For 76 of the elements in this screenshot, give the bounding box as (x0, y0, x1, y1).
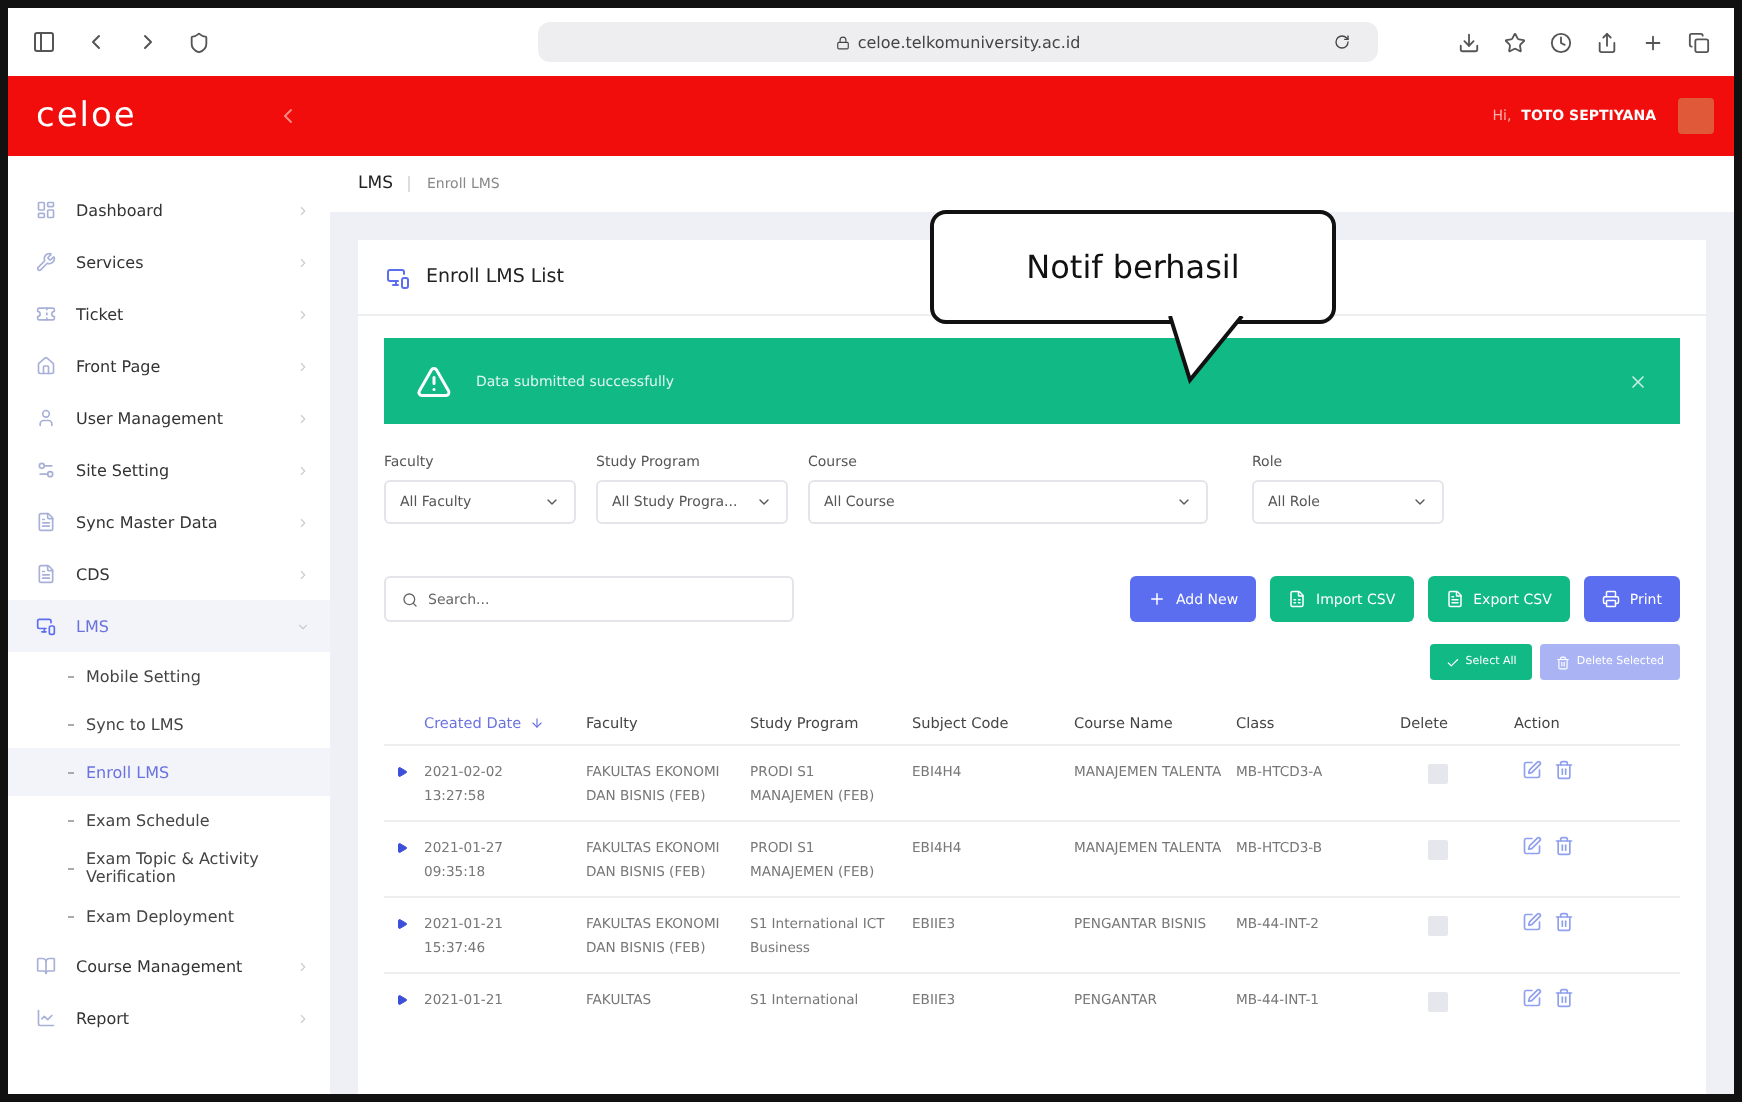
sidebar-item[interactable]: Sync Master Data (8, 496, 330, 548)
sidebar-item[interactable]: Site Setting (8, 444, 330, 496)
menu-icon (36, 252, 56, 272)
star-icon[interactable] (1504, 31, 1526, 53)
menu-icon (36, 408, 56, 428)
menu-icon (36, 1008, 56, 1028)
submenu-item[interactable]: Exam Schedule (8, 796, 330, 844)
row-checkbox[interactable] (1428, 992, 1448, 1012)
download-icon[interactable] (1458, 31, 1480, 53)
button-icon (1601, 590, 1620, 608)
sidebar-item[interactable]: Report (8, 992, 330, 1044)
button-icon (1148, 590, 1166, 608)
menu-icon (36, 564, 56, 584)
chevron-icon (296, 959, 310, 973)
sidebar-item[interactable]: Ticket (8, 288, 330, 340)
chevron-icon (296, 463, 310, 477)
button-icon (1288, 590, 1307, 608)
submenu-item[interactable]: Exam Deployment (8, 892, 330, 940)
chevron-icon (296, 567, 310, 581)
chevron-icon (296, 515, 310, 529)
chevron-icon (296, 203, 310, 217)
sort-icon (529, 715, 544, 729)
sidebar-icon[interactable] (32, 30, 56, 54)
warning-icon (416, 363, 452, 399)
menu-icon (36, 200, 56, 220)
shield-icon[interactable] (188, 31, 210, 53)
sidebar-item[interactable]: Front Page (8, 340, 330, 392)
expand-icon[interactable] (396, 994, 408, 1006)
clock-icon[interactable] (1550, 31, 1572, 53)
chevron-icon (296, 255, 310, 269)
tabs-icon[interactable] (1688, 31, 1710, 53)
card-title: Enroll LMS List (426, 266, 564, 288)
submenu-item[interactable]: Enroll LMS (8, 748, 330, 796)
row-checkbox[interactable] (1428, 764, 1448, 784)
logo: celoe (36, 96, 137, 136)
chevron-icon (1176, 494, 1192, 510)
sidebar-item[interactable]: Course Management (8, 940, 330, 992)
chevron-icon (1412, 494, 1428, 510)
button-icon (1445, 655, 1460, 669)
submenu-item[interactable]: Exam Topic & Activity Verification (8, 844, 330, 892)
breadcrumb-link[interactable]: LMS (358, 174, 393, 194)
chevron-icon (544, 494, 560, 510)
submenu-item[interactable]: Sync to LMS (8, 700, 330, 748)
expand-icon[interactable] (396, 918, 408, 930)
sidebar-item[interactable]: User Management (8, 392, 330, 444)
menu-icon (36, 304, 56, 324)
chevron-icon (296, 359, 310, 373)
chevron-icon (296, 1011, 310, 1025)
chevron-icon (296, 411, 310, 425)
button-icon (1556, 655, 1571, 669)
sidebar-item[interactable]: CDS (8, 548, 330, 600)
expand-icon[interactable] (396, 842, 408, 854)
menu-icon (36, 956, 56, 976)
lock-icon (835, 35, 850, 49)
bubble-tail (1166, 316, 1246, 384)
menu-icon (36, 356, 56, 376)
sidebar-item[interactable]: Services (8, 236, 330, 288)
row-checkbox[interactable] (1428, 916, 1448, 936)
menu-icon (36, 460, 56, 480)
monitor-icon (386, 265, 410, 289)
menu-icon (36, 616, 56, 636)
chevron-icon (296, 307, 310, 321)
reload-icon[interactable] (1334, 34, 1350, 50)
submenu-item[interactable]: Mobile Setting (8, 652, 330, 700)
share-icon[interactable] (1596, 31, 1618, 53)
sidebar-item[interactable]: Dashboard (8, 184, 330, 236)
sidebar-item[interactable]: LMS (8, 600, 330, 652)
chevron-icon (756, 494, 772, 510)
new-tab-icon[interactable] (1642, 31, 1664, 53)
expand-icon[interactable] (396, 766, 408, 778)
menu-icon (36, 512, 56, 532)
chevron-icon (296, 619, 310, 633)
row-checkbox[interactable] (1428, 840, 1448, 860)
search-icon (402, 591, 418, 607)
button-icon (1445, 590, 1464, 608)
address-bar[interactable]: celoe.telkomuniversity.ac.id (538, 22, 1378, 62)
